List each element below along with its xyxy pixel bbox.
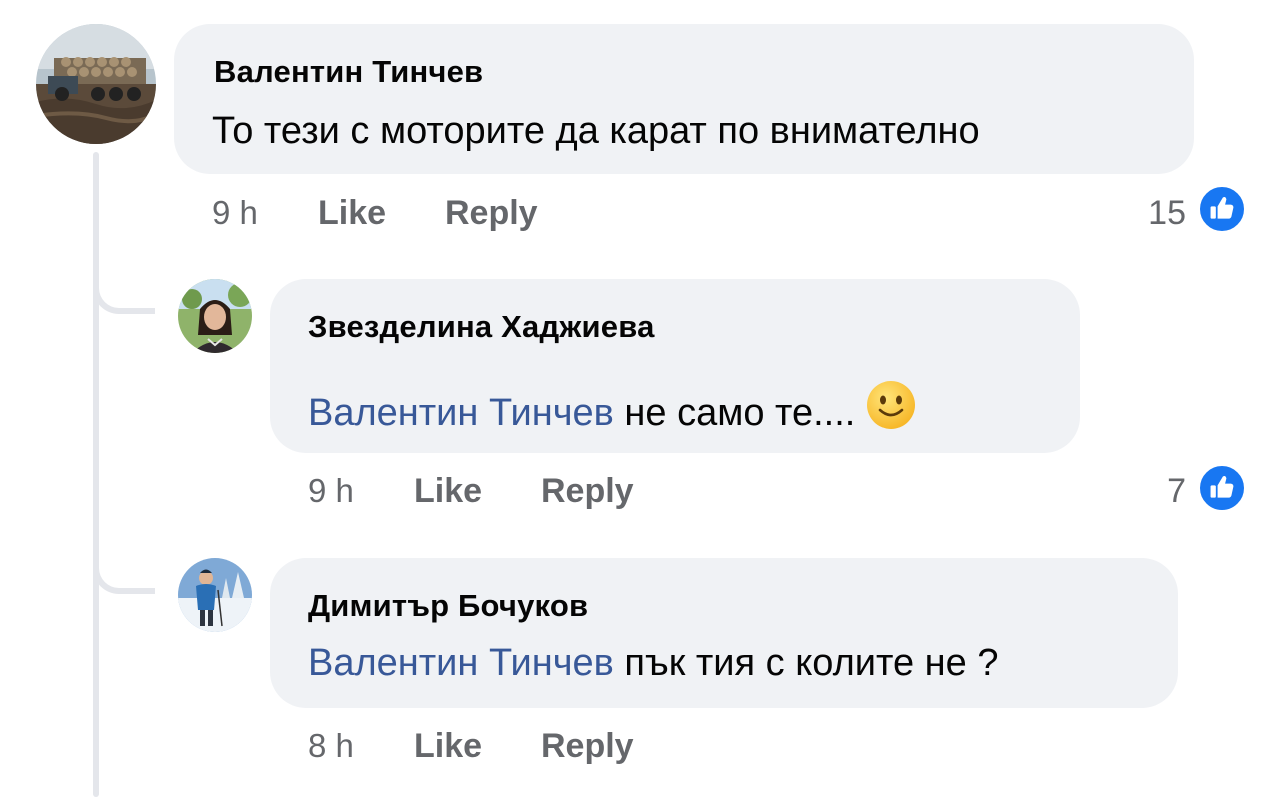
comment-body: пък тия с колите не ? [624,642,999,684]
comment-author[interactable]: Звезделина Хаджиева [308,309,655,345]
comment-bubble: Звезделина Хаджиева Валентин Тинчев не с… [270,279,1080,453]
like-button[interactable]: Like [414,727,482,766]
reaction-count[interactable]: 15 [1120,194,1186,233]
like-button[interactable]: Like [318,194,386,233]
thread-elbow [93,278,155,314]
woman-portrait-avatar [178,279,252,353]
avatar[interactable] [178,279,252,353]
thumbs-up-icon[interactable] [1197,463,1247,513]
thread-elbow [93,558,155,594]
thumbs-up-icon[interactable] [1197,184,1247,234]
reply-button[interactable]: Reply [541,472,634,511]
comment-timestamp[interactable]: 8 h [308,727,354,765]
avatar[interactable] [36,24,156,144]
mention-link[interactable]: Валентин Тинчев [308,642,614,684]
skier-snow-avatar [178,558,252,632]
thread-line [93,152,99,797]
comment-text: Валентин Тинчев не само те.... [308,379,917,435]
comment-text: То тези с моторите да карат по внимателн… [212,110,980,152]
comment-author[interactable]: Валентин Тинчев [214,54,483,90]
comment-author[interactable]: Димитър Бочуков [308,588,588,624]
reaction-count[interactable]: 7 [1130,472,1186,511]
comment-text: Валентин Тинчев пък тия с колите не ? [308,642,998,685]
comment-body: не само те.... [624,392,856,434]
avatar[interactable] [178,558,252,632]
comment-timestamp[interactable]: 9 h [212,194,258,232]
like-button[interactable]: Like [414,472,482,511]
comment-bubble: Валентин Тинчев То тези с моторите да ка… [174,24,1194,174]
comment-thread: Валентин Тинчев То тези с моторите да ка… [0,0,1284,797]
slightly-smiling-face-emoji [867,381,916,429]
comment-timestamp[interactable]: 9 h [308,472,354,510]
comment-bubble: Димитър Бочуков Валентин Тинчев пък тия … [270,558,1178,708]
mention-link[interactable]: Валентин Тинчев [308,392,614,434]
reply-button[interactable]: Reply [445,194,538,233]
truck-photo-avatar [36,24,156,144]
reply-button[interactable]: Reply [541,727,634,766]
